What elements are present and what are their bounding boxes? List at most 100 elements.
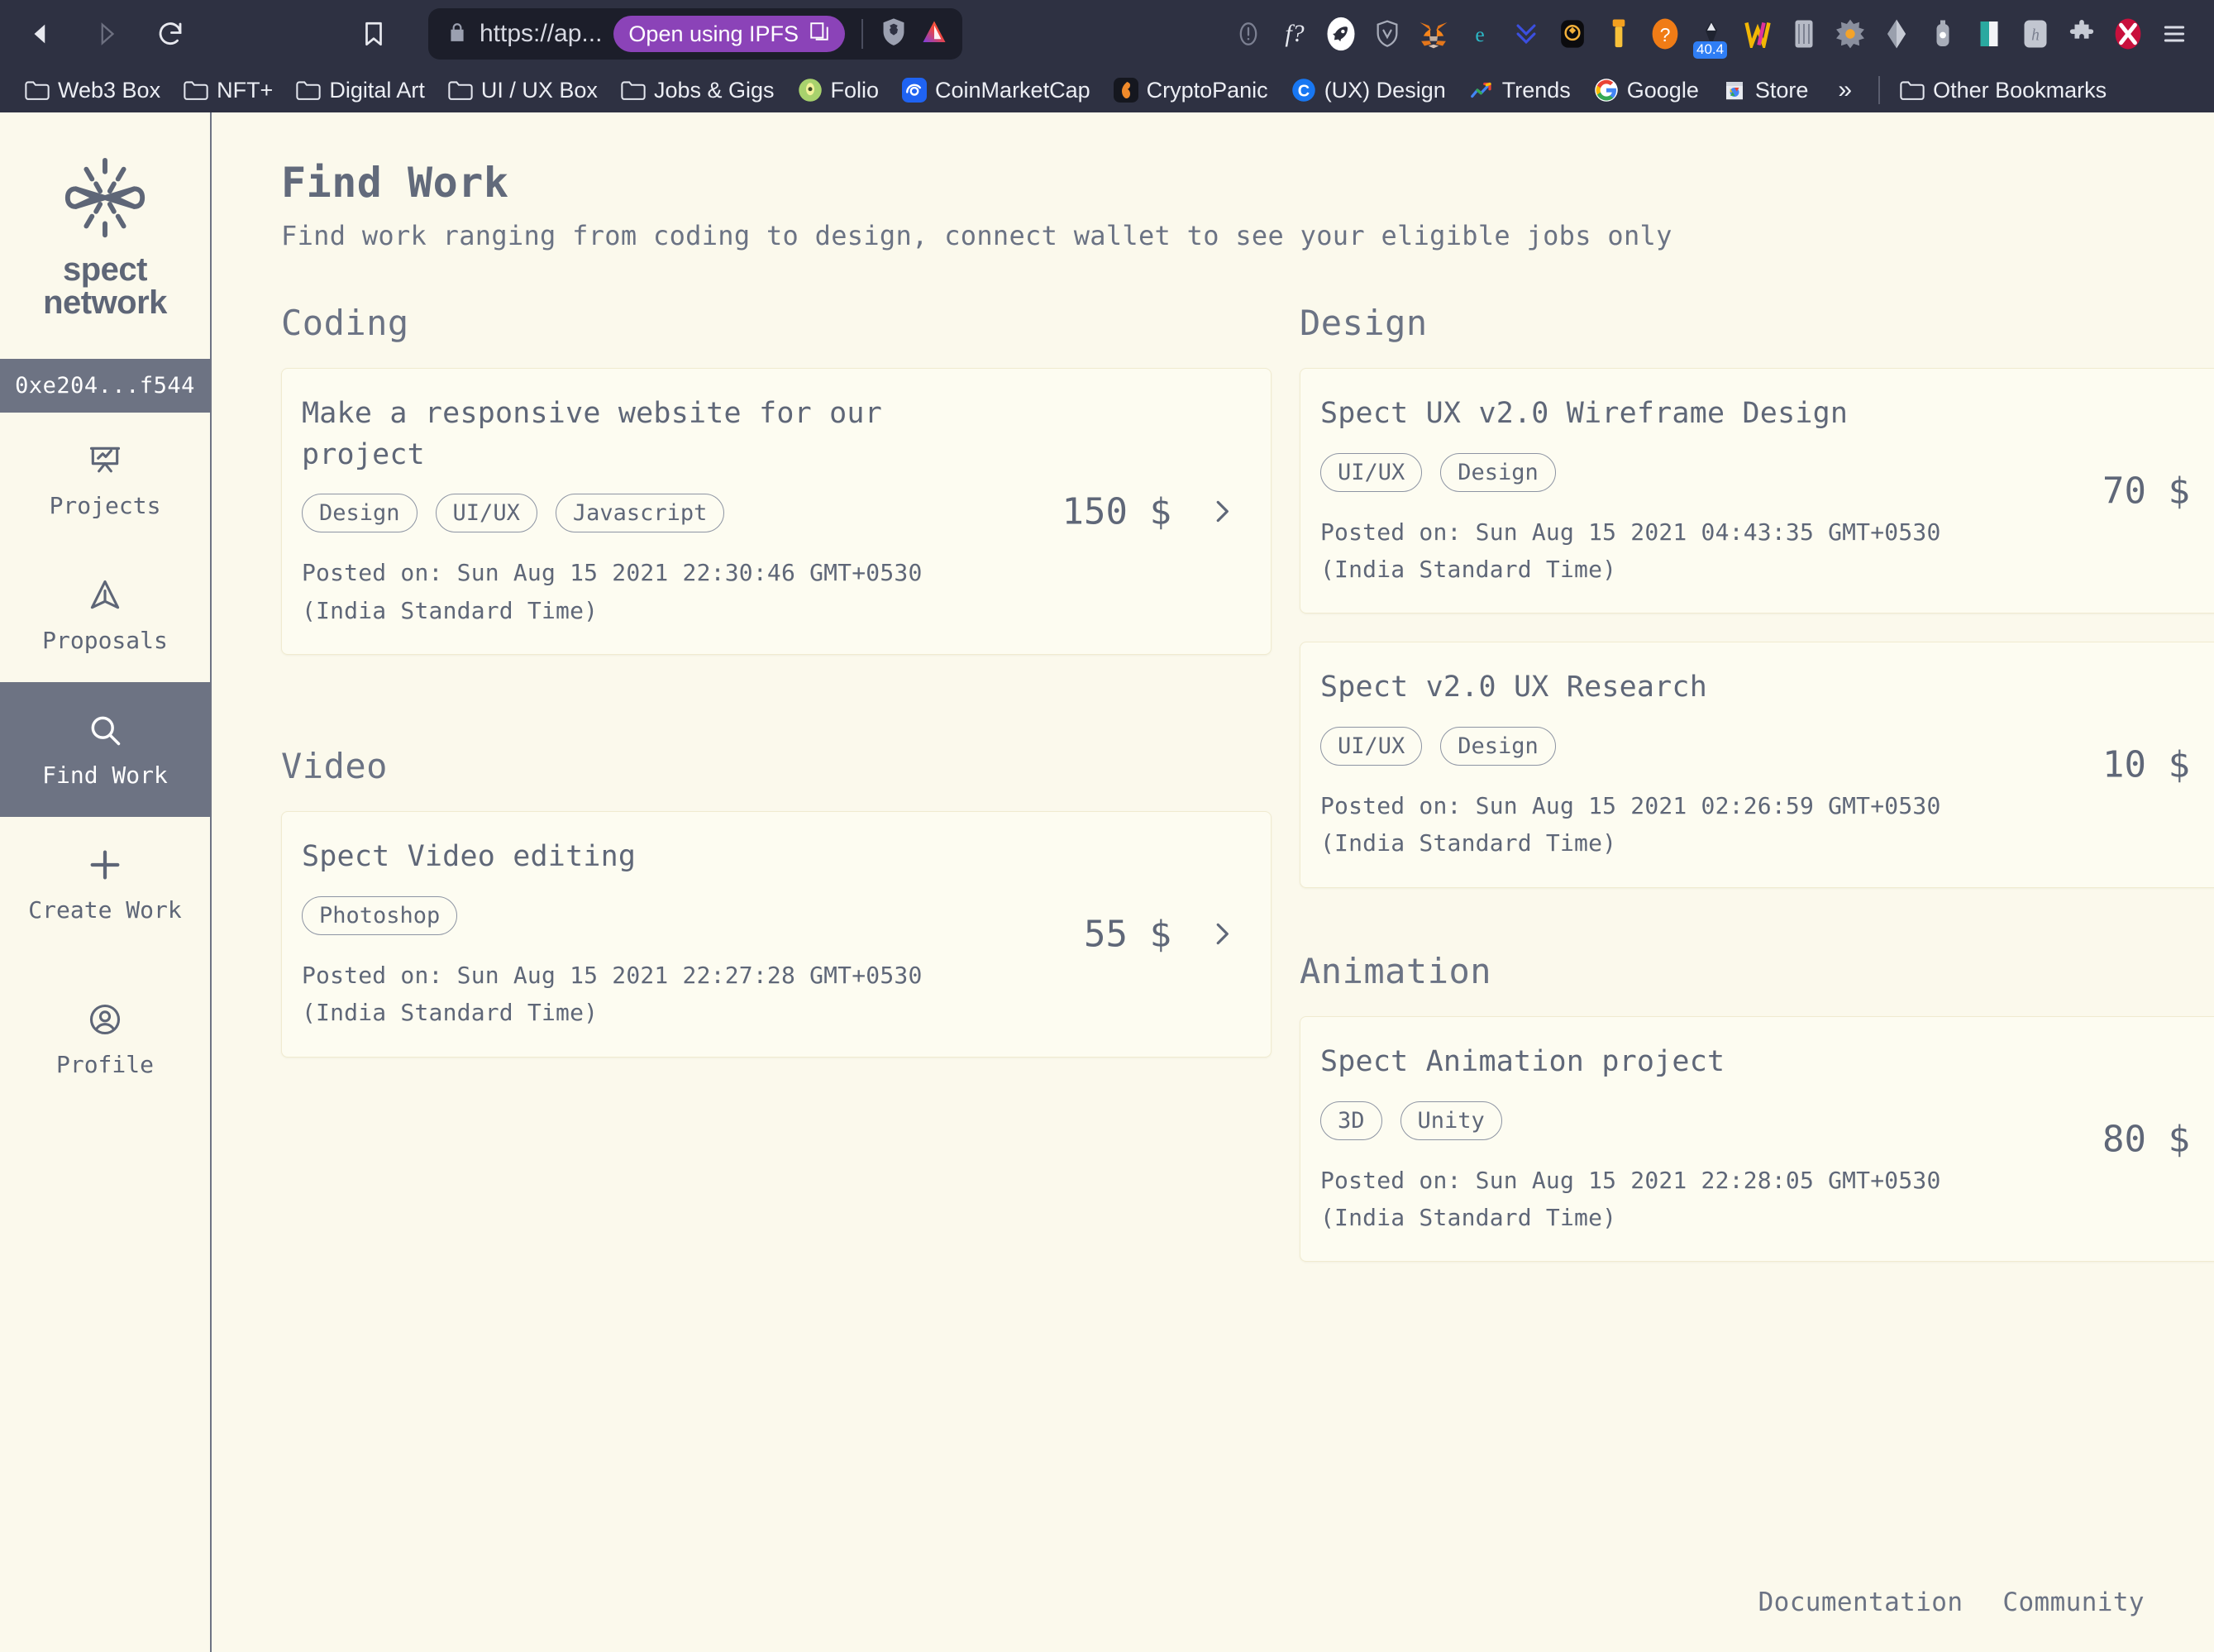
folder-icon xyxy=(448,78,473,103)
work-card[interactable]: Spect UX v2.0 Wireframe Design UI/UX Des… xyxy=(1300,368,2214,614)
sidebar-item-profile[interactable]: Profile xyxy=(0,952,210,1125)
tag[interactable]: Photoshop xyxy=(302,895,458,935)
cryptopanic-icon xyxy=(1113,78,1138,103)
work-card-tags: 3D Unity xyxy=(1320,1101,2214,1140)
torch-icon[interactable] xyxy=(1596,11,1642,57)
work-card[interactable]: Spect Video editing Photoshop Posted on:… xyxy=(281,811,1272,1058)
sunburst-icon[interactable] xyxy=(1827,11,1873,57)
x-red-icon[interactable] xyxy=(2105,11,2151,57)
column-right: Design Spect UX v2.0 Wireframe Design UI… xyxy=(1300,303,2214,1290)
wallet-address-chip[interactable]: 0xe204...f544 xyxy=(0,359,210,413)
wallet-guard-icon[interactable] xyxy=(1549,11,1596,57)
reload-icon[interactable] xyxy=(147,11,193,57)
forward-icon[interactable] xyxy=(83,11,129,57)
bookmark-label: UI / UX Box xyxy=(480,77,598,103)
bookmark-folio[interactable]: Folio xyxy=(786,74,891,107)
work-card-price-area: 70 $ xyxy=(2102,470,2214,512)
chevron-right-icon[interactable] xyxy=(1206,496,1238,528)
brave-shields-icon[interactable] xyxy=(880,17,908,51)
tag[interactable]: UI/UX xyxy=(1320,727,1423,766)
fonts-icon[interactable]: f? xyxy=(1272,11,1318,57)
sidebar-item-find-work[interactable]: Find Work xyxy=(0,682,210,817)
app-body: spect network 0xe204...f544 Projects Prop… xyxy=(0,112,2214,1652)
tag[interactable]: Design xyxy=(302,494,418,533)
work-card-title: Spect UX v2.0 Wireframe Design xyxy=(1320,397,1849,430)
w-wallet-icon[interactable] xyxy=(1734,11,1781,57)
user-circle-icon xyxy=(85,1000,125,1039)
work-card-price-area: 55 $ xyxy=(1084,913,1238,955)
book-icon[interactable] xyxy=(1966,11,2012,57)
keplr-icon[interactable]: h xyxy=(2012,11,2059,57)
rabby-wallet-icon[interactable]: 40.4 xyxy=(1688,11,1734,59)
ethereum-diamond-icon[interactable] xyxy=(1873,11,1920,57)
bookmark-coinmarketcap[interactable]: CoinMarketCap xyxy=(890,74,1102,107)
sidebar-item-projects[interactable]: Projects xyxy=(0,413,210,547)
work-card[interactable]: Spect v2.0 UX Research UI/UX Design Post… xyxy=(1300,642,2214,888)
app-logo[interactable]: spect network xyxy=(0,112,210,359)
bookmark-page-icon[interactable] xyxy=(351,11,397,57)
folio-icon xyxy=(798,78,823,103)
tag[interactable]: UI/UX xyxy=(1320,452,1423,492)
tag[interactable]: UI/UX xyxy=(435,494,537,533)
sidebar-item-create-work[interactable]: Create Work xyxy=(0,817,210,952)
tag[interactable]: 3D xyxy=(1320,1101,1382,1140)
bookmark-ui-ux-box[interactable]: UI / UX Box xyxy=(437,74,609,107)
tag[interactable]: Design xyxy=(1440,727,1556,766)
bookmark-store[interactable]: Store xyxy=(1711,74,1820,107)
ledger-icon[interactable] xyxy=(1781,11,1827,57)
bookmarks-overflow-button[interactable]: » xyxy=(1820,76,1870,104)
puzzle-extensions-icon[interactable] xyxy=(2059,11,2105,57)
bookmark-cryptopanic[interactable]: CryptoPanic xyxy=(1102,74,1280,107)
work-card-title: Spect Animation project xyxy=(1320,1044,1725,1078)
posted-timezone: (India Standard Time) xyxy=(302,596,599,624)
lock-icon xyxy=(446,21,468,47)
bookmark-label: NFT+ xyxy=(217,77,274,103)
bookmark-google[interactable]: Google xyxy=(1582,74,1711,107)
sidebar-item-label: Find Work xyxy=(42,762,168,789)
tag[interactable]: Unity xyxy=(1400,1101,1502,1140)
metamask-fox-icon[interactable] xyxy=(1410,11,1457,57)
coinbase-wallet-icon[interactable] xyxy=(1920,11,1966,57)
folder-icon xyxy=(25,78,50,103)
bookmark-ux-design[interactable]: C (UX) Design xyxy=(1280,74,1458,107)
browser-menu-icon[interactable] xyxy=(2151,11,2197,57)
work-card-price: 150 $ xyxy=(1062,490,1171,533)
posted-date: Posted on: Sun Aug 15 2021 22:30:46 GMT+… xyxy=(302,559,923,587)
svg-text:?: ? xyxy=(1660,24,1671,45)
trends-icon xyxy=(1469,78,1494,103)
bookmark-trends[interactable]: Trends xyxy=(1458,74,1582,107)
sidebar-item-proposals[interactable]: Proposals xyxy=(0,547,210,682)
bookmark-jobs-gigs[interactable]: Jobs & Gigs xyxy=(609,74,786,107)
chevron-right-icon[interactable] xyxy=(1206,919,1238,950)
copies-icon xyxy=(809,21,830,48)
back-icon[interactable] xyxy=(18,11,64,57)
bookmark-other-bookmarks[interactable]: Other Bookmarks xyxy=(1888,74,2118,107)
posted-date: Posted on: Sun Aug 15 2021 02:26:59 GMT+… xyxy=(1320,792,1941,820)
section-title-design: Design xyxy=(1300,303,1428,343)
shield-v-icon[interactable] xyxy=(1364,11,1410,57)
open-using-ipfs-button[interactable]: Open using IPFS xyxy=(613,16,846,52)
spect-burst-icon xyxy=(56,155,154,246)
bookmark-digital-art[interactable]: Digital Art xyxy=(284,74,437,107)
sidebar-item-label: Profile xyxy=(55,1050,154,1078)
footer-link-documentation[interactable]: Documentation xyxy=(1758,1588,1963,1617)
address-bar[interactable]: https://ap... Open using IPFS xyxy=(428,8,963,60)
bookmark-nft-plus[interactable]: NFT+ xyxy=(172,74,284,107)
info-icon[interactable] xyxy=(1225,11,1272,57)
rocket-icon[interactable] xyxy=(1318,11,1364,57)
work-card[interactable]: Spect Animation project 3D Unity Posted … xyxy=(1300,1015,2214,1263)
column-left: Coding Make a responsive website for our… xyxy=(281,303,1272,1290)
footer-link-community[interactable]: Community xyxy=(2002,1588,2145,1617)
extension-toolbar: f? e ? 40.4 h xyxy=(1225,0,2197,68)
brave-rewards-triangle-icon[interactable] xyxy=(919,17,949,51)
phantom-icon[interactable]: e xyxy=(1457,11,1503,57)
pocket-universe-icon[interactable]: ? xyxy=(1642,11,1688,57)
rabby-badge: 40.4 xyxy=(1693,41,1728,59)
work-card[interactable]: Make a responsive website for our projec… xyxy=(281,368,1272,656)
bookmark-label: Folio xyxy=(830,77,880,103)
chevrons-down-icon[interactable] xyxy=(1503,11,1549,57)
tag[interactable]: Javascript xyxy=(555,494,725,533)
tag[interactable]: Design xyxy=(1440,452,1556,492)
bookmark-web3-box[interactable]: Web3 Box xyxy=(13,74,172,107)
bookmark-label: CoinMarketCap xyxy=(935,77,1090,103)
